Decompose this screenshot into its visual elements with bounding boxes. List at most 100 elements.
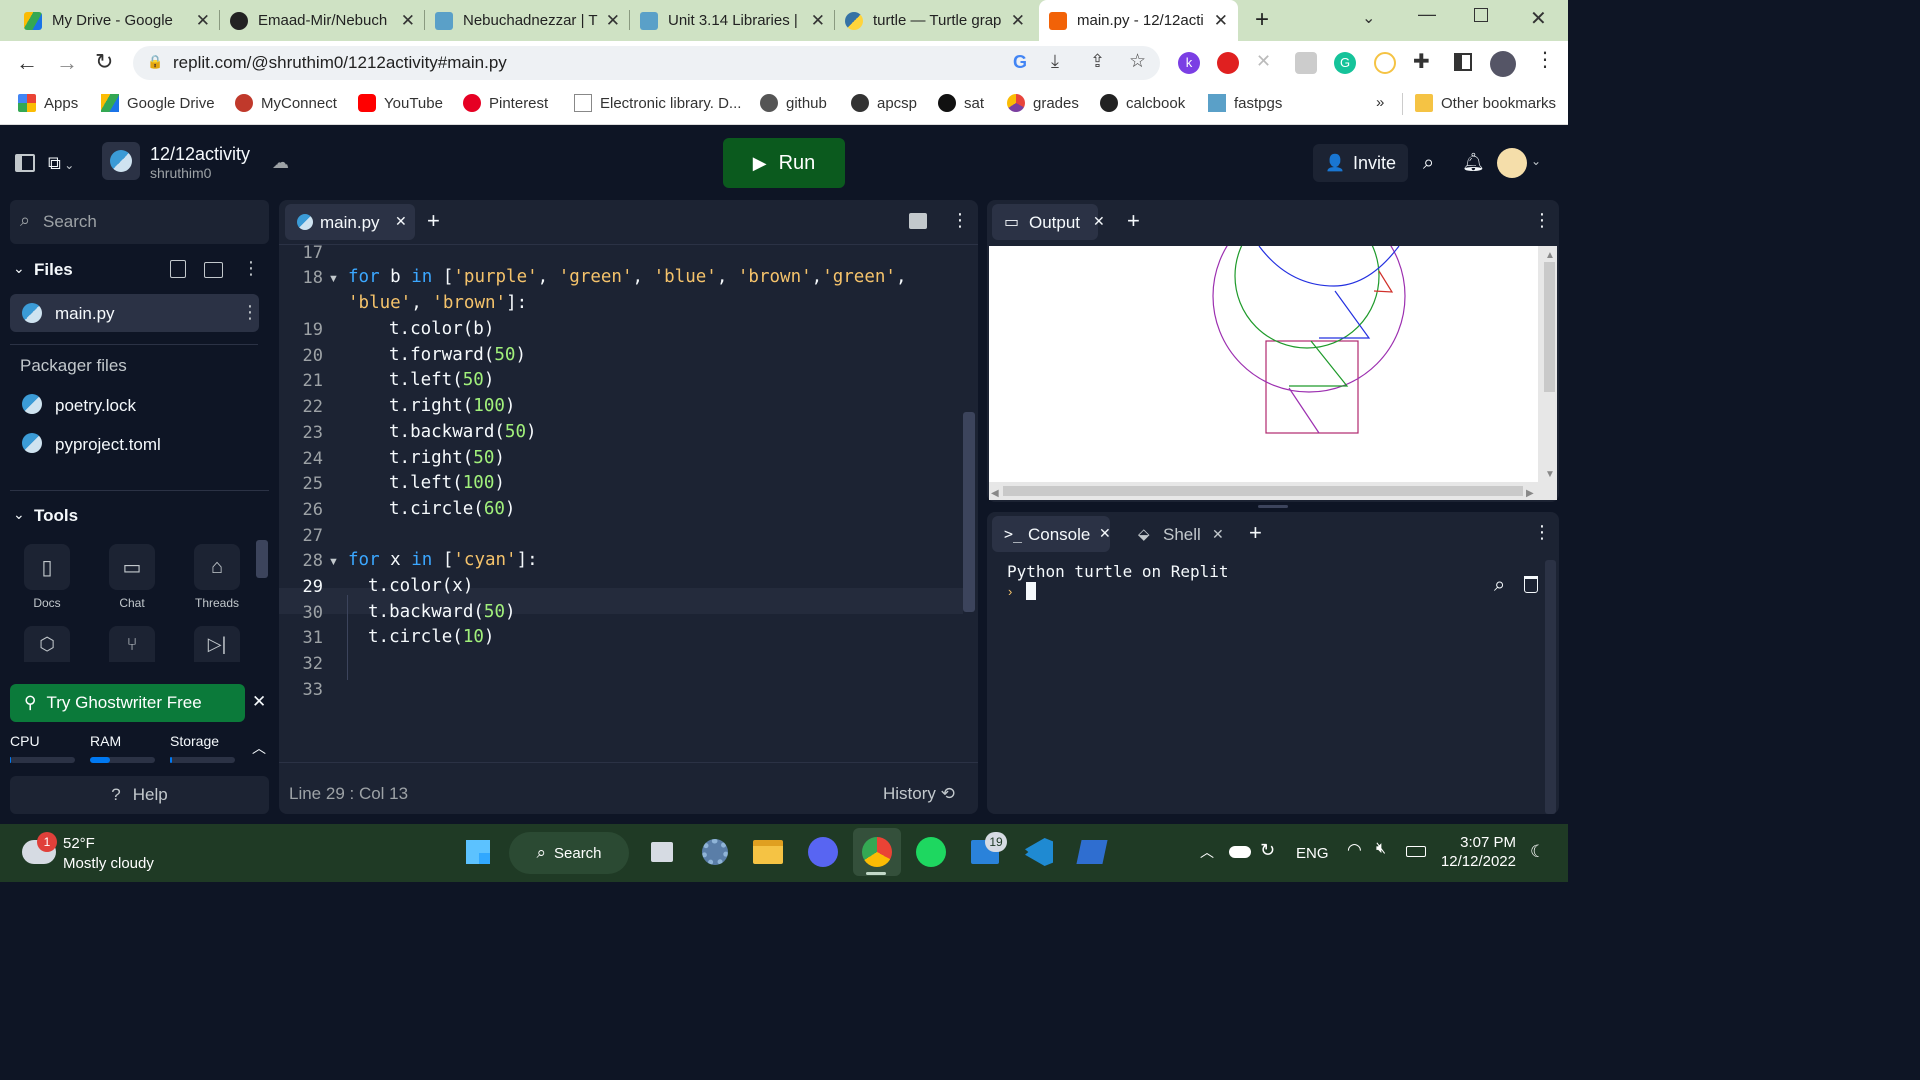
- chat-tool-icon[interactable]: ▭: [109, 544, 155, 590]
- bookmark-calcbook[interactable]: calcbook: [1100, 94, 1185, 112]
- url-bar[interactable]: 🔒 replit.com/@shruthim0/1212activity#mai…: [133, 46, 1160, 80]
- code-line-29[interactable]: t.color(x): [368, 576, 473, 596]
- close-icon[interactable]: ✕: [1214, 11, 1228, 31]
- code-line-31[interactable]: t.circle(10): [368, 627, 494, 647]
- search-icon[interactable]: ⌕: [1494, 574, 1505, 597]
- project-name[interactable]: 12/12activity: [150, 144, 250, 165]
- file-menu-icon[interactable]: ⋮: [241, 302, 259, 323]
- clear-console-trash-icon[interactable]: [1524, 576, 1538, 593]
- code-line-24[interactable]: t.right(50): [389, 448, 505, 468]
- close-icon[interactable]: ✕: [196, 11, 210, 31]
- code-line-30[interactable]: t.backward(50): [368, 602, 516, 622]
- speaker-muted-icon[interactable]: 🔇︎: [1376, 840, 1386, 858]
- code-line-18-wrap[interactable]: 'blue', 'brown']:: [348, 293, 527, 313]
- minimize-icon[interactable]: —: [1418, 4, 1436, 25]
- close-icon[interactable]: ✕: [401, 11, 415, 31]
- help-button[interactable]: ? Help: [10, 776, 269, 814]
- sidebar-toggle-icon[interactable]: [15, 154, 35, 172]
- replit-logo-icon[interactable]: ⧉ ⌄: [48, 153, 74, 174]
- collapse-chevron-icon[interactable]: ⌄: [13, 506, 25, 523]
- run-button[interactable]: ▶ Run: [723, 138, 845, 188]
- close-icon[interactable]: ✕: [1093, 213, 1105, 230]
- user-avatar[interactable]: [1497, 148, 1527, 178]
- close-icon[interactable]: ✕: [395, 213, 407, 230]
- weather-temp[interactable]: 52°F: [63, 835, 95, 852]
- code-line-22[interactable]: t.right(100): [389, 396, 515, 416]
- close-icon[interactable]: ✕: [606, 11, 620, 31]
- task-view-icon[interactable]: [644, 834, 680, 870]
- editor-scrollbar[interactable]: [963, 412, 975, 612]
- canvas-vscroll-thumb[interactable]: [1544, 262, 1555, 392]
- puzzle-icon[interactable]: ✚: [1413, 49, 1430, 74]
- extension-k-icon[interactable]: k: [1178, 52, 1200, 74]
- powershell-icon[interactable]: [1074, 834, 1110, 870]
- bookmark-apps[interactable]: Apps: [18, 94, 78, 112]
- new-tab-icon[interactable]: +: [1255, 6, 1269, 34]
- history-button[interactable]: History ⟲: [883, 784, 955, 804]
- tab-search-icon[interactable]: ⌄: [1362, 8, 1375, 28]
- add-tab-icon[interactable]: +: [1249, 520, 1262, 546]
- bookmark-grades[interactable]: grades: [1007, 94, 1079, 112]
- chevron-up-icon[interactable]: ︿: [252, 738, 266, 758]
- battery-icon[interactable]: [1406, 846, 1426, 857]
- close-icon[interactable]: ✕: [1212, 526, 1224, 543]
- close-icon[interactable]: ✕: [1099, 525, 1111, 542]
- clock-date[interactable]: 12/12/2022: [1436, 853, 1516, 870]
- browser-tab[interactable]: turtle — Turtle grap ✕: [835, 0, 1035, 41]
- code-line-18[interactable]: for b in ['purple', 'green', 'blue', 'br…: [348, 267, 907, 287]
- tools-scrollbar[interactable]: [256, 540, 268, 578]
- collapse-chevron-icon[interactable]: ⌄: [13, 260, 25, 277]
- fold-arrow-icon[interactable]: ▼: [328, 273, 339, 285]
- console-menu-icon[interactable]: ⋮: [1533, 522, 1551, 543]
- reload-icon[interactable]: ↻: [95, 49, 113, 75]
- code-line-19[interactable]: t.color(b): [389, 319, 494, 339]
- editor-tab-main-py[interactable]: main.py ✕: [285, 204, 415, 240]
- bookmark-apcsp[interactable]: apcsp: [851, 94, 917, 112]
- install-icon[interactable]: ⤓: [1051, 51, 1059, 72]
- editor-menu-icon[interactable]: ⋮: [951, 210, 969, 231]
- spotify-icon[interactable]: [913, 834, 949, 870]
- search-icon[interactable]: ⌕: [1423, 152, 1434, 175]
- shell-tab[interactable]: Shell: [1163, 525, 1201, 545]
- wifi-icon[interactable]: ◠: [1347, 840, 1362, 860]
- extension-badge-icon[interactable]: [1374, 52, 1396, 74]
- notification-moon-icon[interactable]: ☾: [1530, 842, 1545, 862]
- close-window-icon[interactable]: ✕: [1530, 6, 1547, 31]
- back-icon[interactable]: ←: [16, 50, 38, 76]
- bookmark-pinterest[interactable]: Pinterest: [463, 94, 548, 112]
- bookmark-github[interactable]: github: [760, 94, 827, 112]
- clock-time[interactable]: 3:07 PM: [1444, 834, 1516, 851]
- project-avatar[interactable]: [102, 142, 140, 180]
- docs-tool-icon[interactable]: ▯: [24, 544, 70, 590]
- language-indicator[interactable]: ENG: [1296, 845, 1329, 862]
- close-icon[interactable]: ✕: [252, 692, 266, 712]
- search-input[interactable]: ⌕ Search: [10, 200, 269, 244]
- console-scrollbar[interactable]: [1545, 560, 1556, 814]
- profile-avatar[interactable]: [1490, 51, 1516, 77]
- add-tab-icon[interactable]: +: [427, 208, 440, 234]
- share-icon[interactable]: ⇪: [1090, 51, 1105, 72]
- format-icon[interactable]: [909, 213, 927, 229]
- git-tool-icon[interactable]: ⑂: [109, 626, 155, 662]
- settings-gear-icon[interactable]: [697, 834, 733, 870]
- code-line-28[interactable]: for x in ['cyan']:: [348, 550, 538, 570]
- browser-tab[interactable]: Emaad-Mir/Nebuch ✕: [220, 0, 425, 41]
- file-item-poetry-lock[interactable]: poetry.lock: [55, 396, 136, 416]
- chrome-icon[interactable]: [859, 834, 895, 870]
- windows-start-icon[interactable]: [460, 834, 496, 870]
- code-line-23[interactable]: t.backward(50): [389, 422, 537, 442]
- side-panel-icon[interactable]: [1454, 53, 1472, 71]
- bookmark-myconnect[interactable]: MyConnect: [235, 94, 337, 112]
- scroll-left-arrow-icon[interactable]: ◀: [991, 488, 999, 499]
- bookmark-google-drive[interactable]: Google Drive: [101, 94, 215, 112]
- bookmark-other[interactable]: Other bookmarks: [1415, 94, 1556, 112]
- panel-resize-handle[interactable]: [1258, 505, 1288, 508]
- scroll-down-arrow-icon[interactable]: ▼: [1545, 469, 1555, 480]
- close-icon[interactable]: ✕: [811, 11, 825, 31]
- file-explorer-icon[interactable]: [750, 834, 786, 870]
- threads-tool-icon[interactable]: ⌂: [194, 544, 240, 590]
- ghostwriter-button[interactable]: ⚲ Try Ghostwriter Free: [10, 684, 245, 722]
- tray-chevron-up-icon[interactable]: ︿: [1200, 842, 1214, 862]
- extension-gray-icon[interactable]: [1295, 52, 1317, 74]
- bookmark-electronic-library[interactable]: Electronic library. D...: [574, 94, 741, 112]
